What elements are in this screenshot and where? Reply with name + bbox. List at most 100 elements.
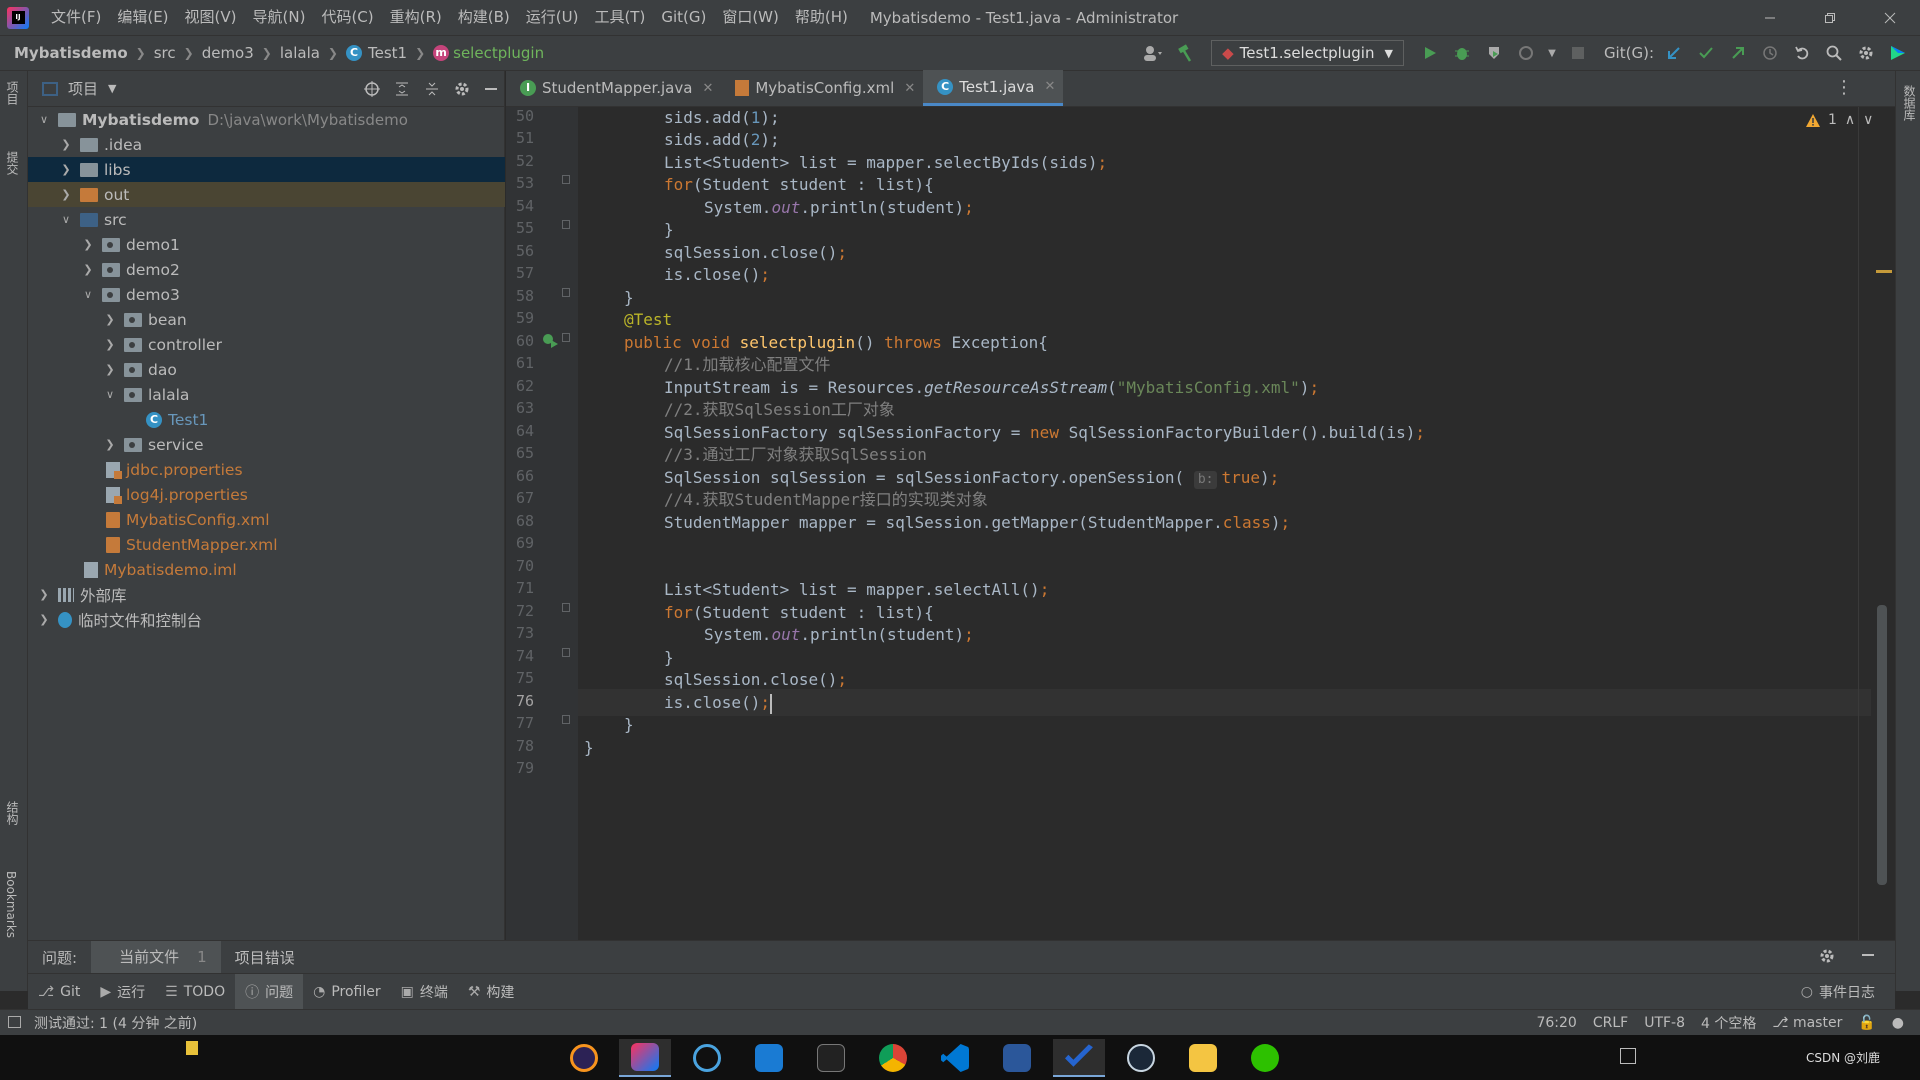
menu-view[interactable]: 视图(V) xyxy=(177,0,245,35)
close-tab-icon[interactable]: ✕ xyxy=(1045,79,1056,94)
project-tool-tab[interactable]: 项目 xyxy=(4,81,21,105)
coverage-icon[interactable] xyxy=(1482,41,1506,65)
tab-project-errors[interactable]: 项目错误 xyxy=(221,947,309,968)
chevron-down-icon[interactable]: ∨ xyxy=(102,388,118,401)
close-tab-icon[interactable]: ✕ xyxy=(904,81,915,96)
settings-gear-icon[interactable] xyxy=(1854,41,1878,65)
line-separator[interactable]: CRLF xyxy=(1593,1015,1628,1031)
menu-navigate[interactable]: 导航(N) xyxy=(245,0,314,35)
fold-marker-icon[interactable] xyxy=(562,220,570,229)
taskbar-remote-desktop-icon[interactable] xyxy=(743,1039,795,1077)
fold-marker-icon[interactable] xyxy=(562,333,570,342)
fold-marker-icon[interactable] xyxy=(562,603,570,612)
chevron-right-icon[interactable]: ❯ xyxy=(58,138,74,151)
toolbox-icon[interactable] xyxy=(1886,41,1910,65)
git-push-icon[interactable] xyxy=(1726,41,1750,65)
close-tab-icon[interactable]: ✕ xyxy=(702,81,713,96)
tree-node-demo2[interactable]: ❯ demo2 xyxy=(28,257,505,282)
tab-current-file[interactable]: 当前文件 1 xyxy=(91,940,221,974)
editor-scrollbar[interactable] xyxy=(1877,605,1887,885)
taskbar-wechat-icon[interactable] xyxy=(1239,1039,1291,1077)
chevron-right-icon[interactable]: ❯ xyxy=(58,188,74,201)
profile-icon[interactable] xyxy=(1514,41,1538,65)
git-commit-icon[interactable] xyxy=(1694,41,1718,65)
fold-marker-icon[interactable] xyxy=(562,288,570,297)
tool-run-button[interactable]: ▶ 运行 xyxy=(90,974,155,1010)
taskbar-chrome-icon[interactable] xyxy=(867,1039,919,1077)
bookmarks-tool-tab[interactable]: Bookmarks xyxy=(4,871,18,938)
tool-problems-button[interactable]: ⓘ 问题 xyxy=(235,973,304,1010)
fold-marker-icon[interactable] xyxy=(562,648,570,657)
chevron-right-icon[interactable]: ❯ xyxy=(58,163,74,176)
chevron-down-icon[interactable]: ∨ xyxy=(80,288,96,301)
code-area[interactable]: sids.add(1); sids.add(2); List<Student> … xyxy=(578,107,1871,940)
run-icon[interactable] xyxy=(1418,41,1442,65)
warning-stripe-marker[interactable] xyxy=(1876,270,1892,273)
caret-position[interactable]: 76:20 xyxy=(1536,1015,1576,1031)
chevron-right-icon[interactable]: ❯ xyxy=(102,438,118,451)
task-view-icon[interactable] xyxy=(1620,1048,1636,1064)
tool-todo-button[interactable]: ☰ TODO xyxy=(155,974,235,1010)
chevron-down-icon[interactable]: ∨ xyxy=(58,213,74,226)
tab-studentmapper-java[interactable]: StudentMapper.java ✕ xyxy=(506,70,721,106)
run-config-select[interactable]: ◆ Test1.selectplugin ▼ xyxy=(1211,40,1404,66)
tree-node-out[interactable]: ❯ out xyxy=(28,182,505,207)
tree-node-scratches[interactable]: ❯ 临时文件和控制台 xyxy=(28,607,505,632)
tree-node-project-root[interactable]: ∨ Mybatisdemo D:\java\work\Mybatisdemo xyxy=(28,107,505,132)
hide-panel-icon[interactable] xyxy=(1861,948,1875,962)
sticky-note-icon[interactable] xyxy=(186,1041,198,1055)
tree-node-demo1[interactable]: ❯ demo1 xyxy=(28,232,505,257)
git-update-icon[interactable] xyxy=(1662,41,1686,65)
breadcrumb-project[interactable]: Mybatisdemo xyxy=(14,44,128,62)
chevron-down-icon[interactable]: ∨ xyxy=(1863,112,1873,128)
build-hammer-icon[interactable] xyxy=(1173,41,1197,65)
close-icon[interactable] xyxy=(1860,0,1920,35)
breadcrumb-demo3[interactable]: demo3 xyxy=(202,44,254,62)
more-tabs-icon[interactable]: ⋮ xyxy=(1835,77,1853,98)
menu-tools[interactable]: 工具(T) xyxy=(586,0,653,35)
tree-node-demo3[interactable]: ∨ demo3 xyxy=(28,282,505,307)
tree-node-log4j-properties[interactable]: log4j.properties xyxy=(28,482,505,507)
status-message[interactable]: 测试通过: 1 (4 分钟 之前) xyxy=(34,1013,197,1033)
inspection-widget[interactable]: 1 ∧ ∨ xyxy=(1806,112,1873,128)
taskbar-intellij-icon[interactable] xyxy=(619,1039,671,1077)
chevron-up-icon[interactable]: ∧ xyxy=(1845,112,1855,128)
taskbar-vscode-icon[interactable] xyxy=(929,1039,981,1077)
stop-icon[interactable] xyxy=(1566,41,1590,65)
restore-icon[interactable] xyxy=(1800,0,1860,35)
database-tool-tab[interactable]: 数据库 xyxy=(1901,85,1918,121)
breadcrumb-src[interactable]: src xyxy=(154,44,176,62)
panel-settings-gear-icon[interactable] xyxy=(454,81,470,97)
fold-marker-icon[interactable] xyxy=(562,715,570,724)
file-encoding[interactable]: UTF-8 xyxy=(1644,1015,1685,1031)
menu-run[interactable]: 运行(U) xyxy=(518,0,587,35)
run-test-gutter-icon[interactable] xyxy=(542,333,558,349)
menu-window[interactable]: 窗口(W) xyxy=(714,0,787,35)
structure-tool-tab[interactable]: 结构 xyxy=(4,801,21,825)
tree-node-service[interactable]: ❯ service xyxy=(28,432,505,457)
chevron-right-icon[interactable]: ❯ xyxy=(102,338,118,351)
taskbar-todo-icon[interactable] xyxy=(1053,1039,1105,1077)
tool-terminal-button[interactable]: ▣ 终端 xyxy=(391,974,458,1010)
search-icon[interactable] xyxy=(1822,41,1846,65)
taskbar-terminal-icon[interactable] xyxy=(805,1039,857,1077)
tree-node-idea[interactable]: ❯ .idea xyxy=(28,132,505,157)
tree-node-external-libs[interactable]: ❯ 外部库 xyxy=(28,582,505,607)
menu-help[interactable]: 帮助(H) xyxy=(787,0,856,35)
tree-node-bean[interactable]: ❯ bean xyxy=(28,307,505,332)
tool-build-button[interactable]: ⚒ 构建 xyxy=(458,974,525,1010)
chevron-down-icon[interactable]: ∨ xyxy=(36,113,52,126)
chevron-right-icon[interactable]: ❯ xyxy=(80,263,96,276)
history-icon[interactable] xyxy=(1758,41,1782,65)
memory-indicator-icon[interactable]: ● xyxy=(1892,1015,1904,1031)
git-branch-widget[interactable]: ⎇ master xyxy=(1772,1015,1842,1031)
tab-mybatisconfig-xml[interactable]: MybatisConfig.xml ✕ xyxy=(721,70,923,106)
event-log-button[interactable]: ○ 事件日志 xyxy=(1791,974,1885,1010)
tree-node-src[interactable]: ∨ src xyxy=(28,207,505,232)
toggle-tool-windows-icon[interactable] xyxy=(8,1016,21,1028)
tool-profiler-button[interactable]: ◔ Profiler xyxy=(303,974,391,1010)
taskbar-eclipse-icon[interactable] xyxy=(558,1039,610,1077)
tree-node-test1[interactable]: Test1 xyxy=(28,407,505,432)
chevron-right-icon[interactable]: ❯ xyxy=(36,588,52,601)
breadcrumb-test1[interactable]: Test1 xyxy=(368,44,407,62)
